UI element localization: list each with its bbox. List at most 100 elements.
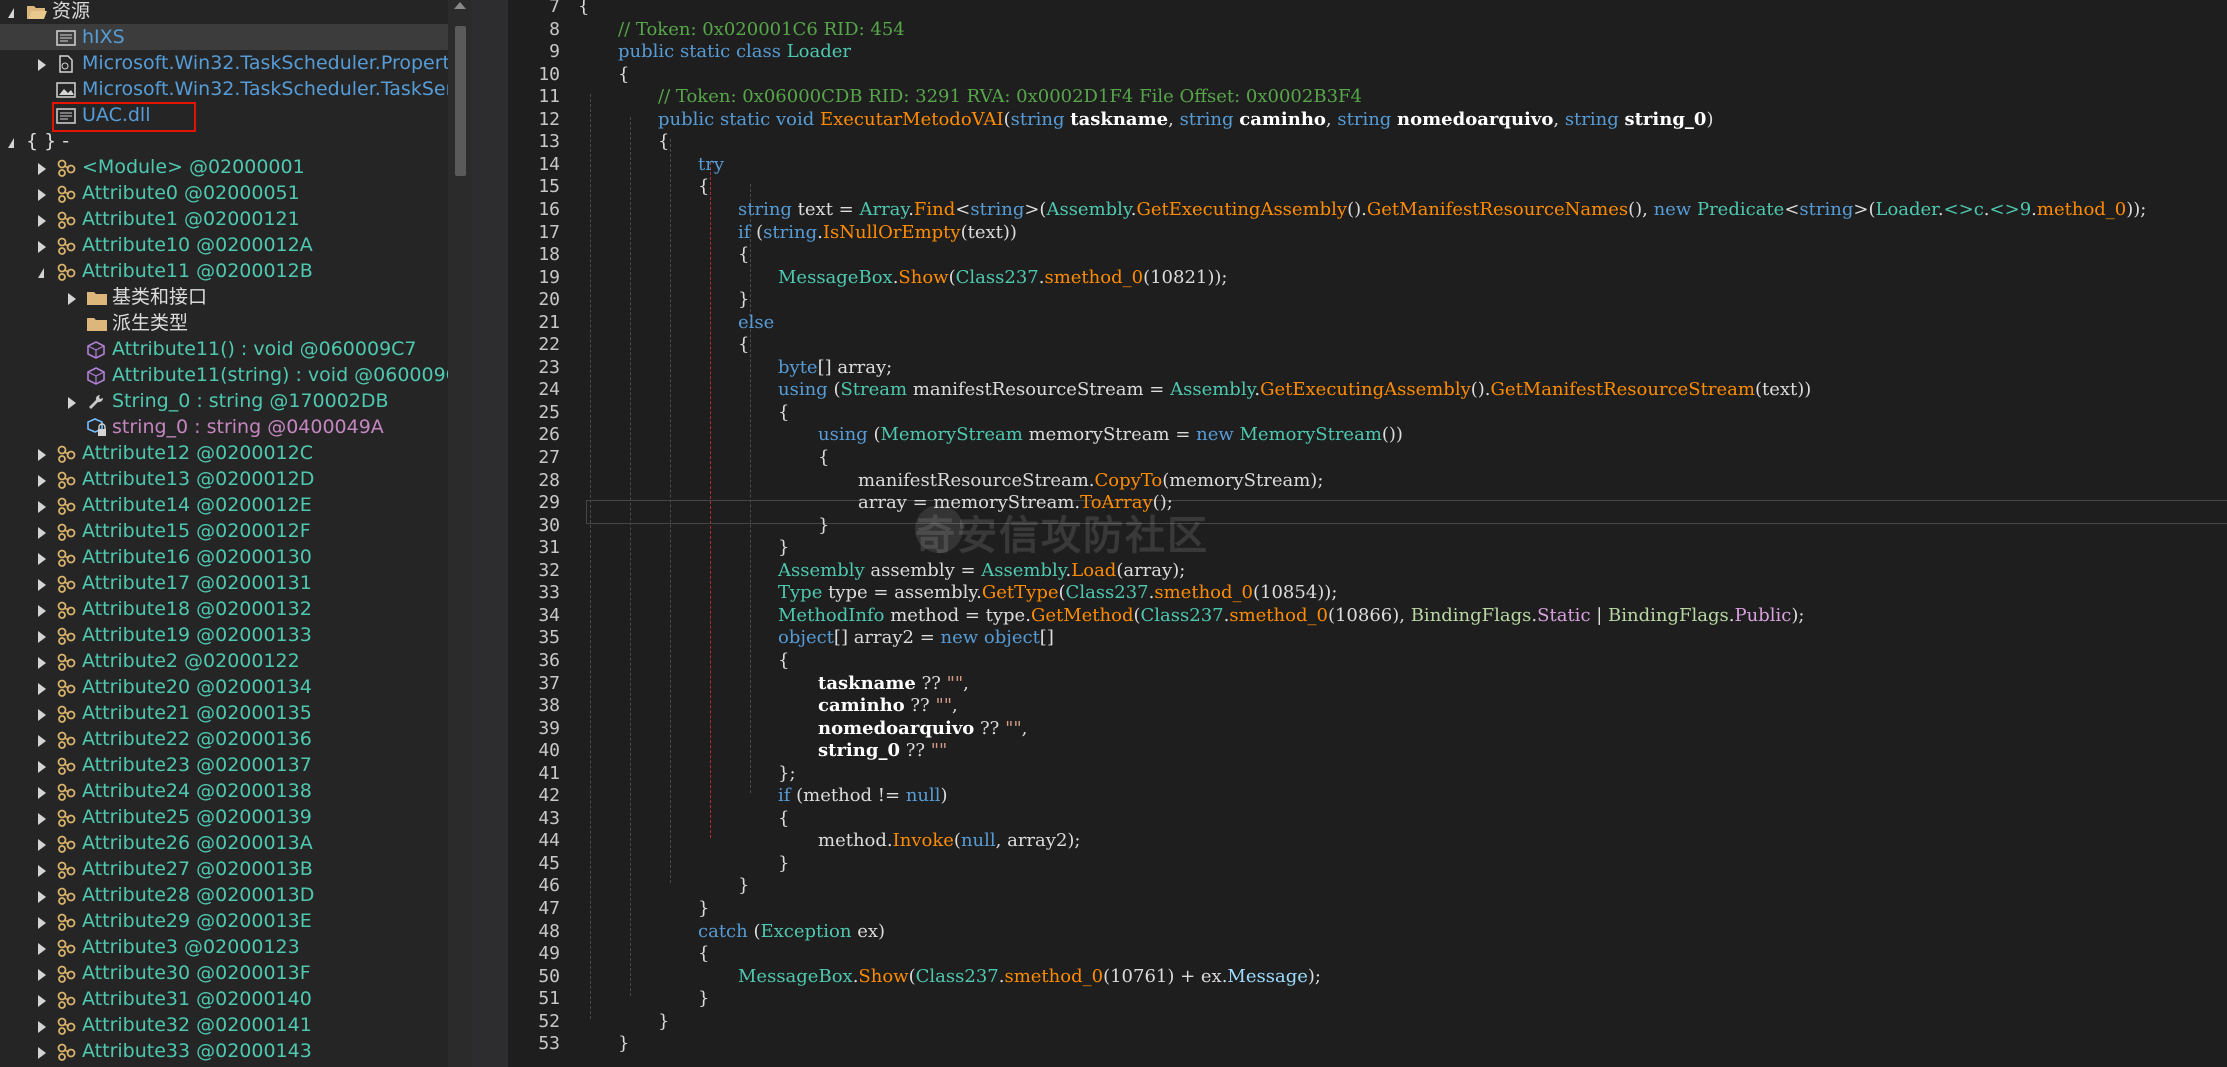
code-line[interactable]: }; — [778, 761, 796, 786]
expand-arrow-icon[interactable] — [38, 995, 46, 1007]
expand-arrow-icon[interactable] — [38, 891, 46, 903]
tree-item[interactable]: Attribute11() : void @060009C7 — [0, 336, 448, 362]
code-line[interactable]: { — [738, 332, 749, 357]
expand-arrow-icon[interactable] — [38, 631, 46, 643]
code-line[interactable]: { — [778, 648, 789, 673]
tree-item[interactable]: Microsoft.Win32.TaskScheduler.Properties — [0, 50, 448, 76]
tree-item[interactable]: Attribute30 @0200013F — [0, 960, 448, 986]
code-line[interactable]: nomedoarquivo ?? "", — [818, 716, 1027, 741]
code-line[interactable]: MessageBox.Show(Class237.smethod_0(10821… — [778, 265, 1227, 290]
code-editor[interactable]: 7 8 9 10 11 12 13 14 15 16 17 18 19 20 21 22 23 24 25 26 27 2… — [508, 0, 2227, 1067]
tree-item[interactable]: Attribute20 @02000134 — [0, 674, 448, 700]
scrollbar-thumb[interactable] — [455, 26, 466, 176]
expand-arrow-icon[interactable] — [38, 189, 46, 201]
code-line[interactable]: if (string.IsNullOrEmpty(text)) — [738, 220, 1017, 245]
expand-arrow-icon[interactable] — [38, 683, 46, 695]
tree-item[interactable]: Attribute22 @02000136 — [0, 726, 448, 752]
code-line[interactable]: { — [738, 242, 749, 267]
expand-arrow-icon[interactable] — [38, 943, 46, 955]
code-line[interactable]: manifestResourceStream.CopyTo(memoryStre… — [858, 468, 1323, 493]
tree-item[interactable]: string_0 : string @0400049A — [0, 414, 448, 440]
code-line[interactable]: catch (Exception ex) — [698, 919, 885, 944]
tree-item[interactable]: Microsoft.Win32.TaskScheduler.TaskServic… — [0, 76, 448, 102]
expand-arrow-icon[interactable] — [38, 865, 46, 877]
code-line[interactable]: taskname ?? "", — [818, 671, 969, 696]
tree-item[interactable]: hIXS — [0, 24, 448, 50]
tree-item[interactable]: { } - — [0, 128, 448, 154]
expand-arrow-icon[interactable] — [38, 241, 46, 253]
expand-arrow-icon[interactable] — [68, 293, 76, 305]
code-line[interactable]: } — [778, 851, 789, 876]
expand-arrow-icon[interactable] — [38, 1047, 46, 1059]
code-line[interactable]: public static void ExecutarMetodoVAI(str… — [658, 107, 1713, 132]
code-line[interactable]: // Token: 0x020001C6 RID: 454 — [618, 17, 905, 42]
code-line[interactable]: else — [738, 310, 774, 335]
code-line[interactable]: { — [698, 174, 709, 199]
code-line[interactable]: } — [698, 896, 709, 921]
tree-item[interactable]: Attribute17 @02000131 — [0, 570, 448, 596]
tree-item[interactable]: Attribute32 @02000141 — [0, 1012, 448, 1038]
code-line[interactable]: { — [778, 806, 789, 831]
expand-arrow-icon[interactable] — [68, 397, 76, 409]
code-line[interactable]: { — [658, 129, 669, 154]
code-line[interactable]: { — [618, 62, 629, 87]
tree-item[interactable]: Attribute31 @02000140 — [0, 986, 448, 1012]
expand-arrow-icon[interactable] — [38, 657, 46, 669]
expand-arrow-icon[interactable] — [38, 813, 46, 825]
code-line[interactable]: } — [738, 287, 749, 312]
expand-arrow-icon[interactable] — [38, 709, 46, 721]
code-line[interactable]: { — [578, 0, 589, 19]
tree-item[interactable]: Attribute10 @0200012A — [0, 232, 448, 258]
collapse-arrow-icon[interactable] — [8, 8, 14, 18]
code-line[interactable]: } — [778, 535, 789, 560]
tree-item[interactable]: Attribute24 @02000138 — [0, 778, 448, 804]
tree-item[interactable]: Attribute15 @0200012F — [0, 518, 448, 544]
scroll-up-arrow-icon[interactable] — [454, 2, 466, 9]
tree-item[interactable]: <Module> @02000001 — [0, 154, 448, 180]
tree-item[interactable]: Attribute11(string) : void @060009C8 — [0, 362, 448, 388]
tree-item[interactable]: Attribute27 @0200013B — [0, 856, 448, 882]
expand-arrow-icon[interactable] — [38, 761, 46, 773]
tree-item[interactable]: Attribute18 @02000132 — [0, 596, 448, 622]
tree-item[interactable]: Attribute3 @02000123 — [0, 934, 448, 960]
expand-arrow-icon[interactable] — [38, 215, 46, 227]
tree-item[interactable]: Attribute11 @0200012B — [0, 258, 448, 284]
expand-arrow-icon[interactable] — [38, 449, 46, 461]
collapse-arrow-icon[interactable] — [8, 138, 14, 148]
tree-item[interactable]: Attribute0 @02000051 — [0, 180, 448, 206]
tree-item[interactable]: 派生类型 — [0, 310, 448, 336]
tree-item[interactable]: Attribute1 @02000121 — [0, 206, 448, 232]
tree-item[interactable]: Attribute26 @0200013A — [0, 830, 448, 856]
code-line[interactable]: MethodInfo method = type.GetMethod(Class… — [778, 603, 1804, 628]
expand-arrow-icon[interactable] — [38, 163, 46, 175]
expand-arrow-icon[interactable] — [38, 839, 46, 851]
code-line[interactable]: } — [738, 873, 749, 898]
tree-item[interactable]: Attribute19 @02000133 — [0, 622, 448, 648]
collapse-arrow-icon[interactable] — [38, 268, 44, 278]
tree-item[interactable]: UAC.dll — [0, 102, 448, 132]
code-line[interactable]: caminho ?? "", — [818, 693, 958, 718]
tree-item[interactable]: Attribute21 @02000135 — [0, 700, 448, 726]
expand-arrow-icon[interactable] — [38, 969, 46, 981]
code-line[interactable]: } — [818, 513, 829, 538]
expand-arrow-icon[interactable] — [38, 527, 46, 539]
tree-item[interactable]: Attribute23 @02000137 — [0, 752, 448, 778]
tree-item[interactable]: Attribute16 @02000130 — [0, 544, 448, 570]
code-line[interactable]: byte[] array; — [778, 355, 892, 380]
code-line[interactable]: string_0 ?? "" — [818, 738, 947, 763]
expand-arrow-icon[interactable] — [38, 787, 46, 799]
code-line[interactable]: } — [658, 1009, 669, 1034]
code-line[interactable]: using (MemoryStream memoryStream = new M… — [818, 422, 1403, 447]
code-line[interactable]: public static class Loader — [618, 39, 851, 64]
tree-item[interactable]: Attribute28 @0200013D — [0, 882, 448, 908]
code-line[interactable]: } — [698, 986, 709, 1011]
tree-item[interactable]: 基类和接口 — [0, 284, 448, 310]
tree-item[interactable]: 资源 — [0, 0, 448, 24]
tree-item[interactable]: Attribute33 @02000143 — [0, 1038, 448, 1064]
code-line[interactable]: method.Invoke(null, array2); — [818, 828, 1080, 853]
tree-item[interactable]: Attribute12 @0200012C — [0, 440, 448, 466]
code-line[interactable]: } — [618, 1031, 629, 1056]
code-line[interactable]: { — [778, 400, 789, 425]
code-line[interactable]: if (method != null) — [778, 783, 948, 808]
code-line[interactable]: { — [818, 445, 829, 470]
